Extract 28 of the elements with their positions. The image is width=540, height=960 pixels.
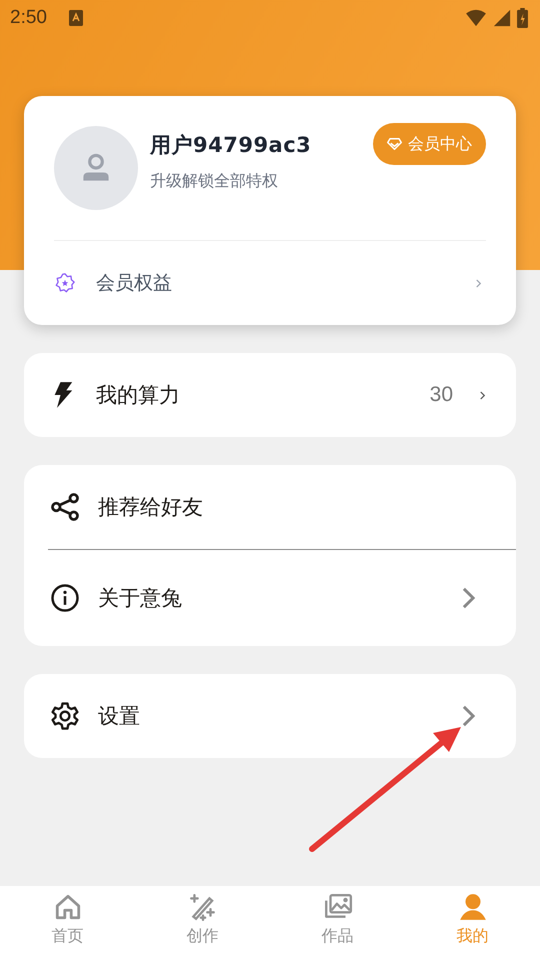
diamond-icon [387, 137, 402, 151]
chevron-right-icon [479, 390, 486, 400]
profile-subtitle: 升级解锁全部特权 [150, 171, 279, 192]
chevron-right-icon [461, 586, 476, 610]
settings-icon [50, 701, 80, 731]
menu-label: 关于意兔 [98, 585, 182, 612]
menu-label: 推荐给好友 [98, 494, 203, 521]
menu-row[interactable]: 推荐给好友 [24, 465, 516, 549]
chevron-right-icon [461, 704, 476, 728]
member-benefits-row[interactable]: 会员权益 [54, 241, 486, 325]
menu-row[interactable]: 我的算力 30 [24, 353, 516, 437]
menu-row[interactable]: 关于意兔 [24, 550, 516, 646]
badge-star-icon [54, 272, 76, 294]
username: 用户94799ac3 [150, 132, 312, 159]
keyboard-icon [68, 10, 83, 26]
battery-icon [517, 8, 528, 28]
menu-value: 30 [430, 383, 453, 407]
wifi-icon [465, 9, 487, 27]
share-icon [50, 492, 80, 522]
info-icon [50, 583, 80, 613]
status-time: 2:50 [10, 7, 47, 29]
menu-row[interactable]: 设置 [24, 674, 516, 758]
chevron-right-icon [475, 278, 482, 288]
magic-wand-icon [188, 892, 218, 922]
menu-label: 设置 [98, 703, 140, 730]
person-icon [458, 892, 488, 922]
signal-icon [493, 9, 511, 27]
menu-label: 我的算力 [96, 382, 180, 409]
